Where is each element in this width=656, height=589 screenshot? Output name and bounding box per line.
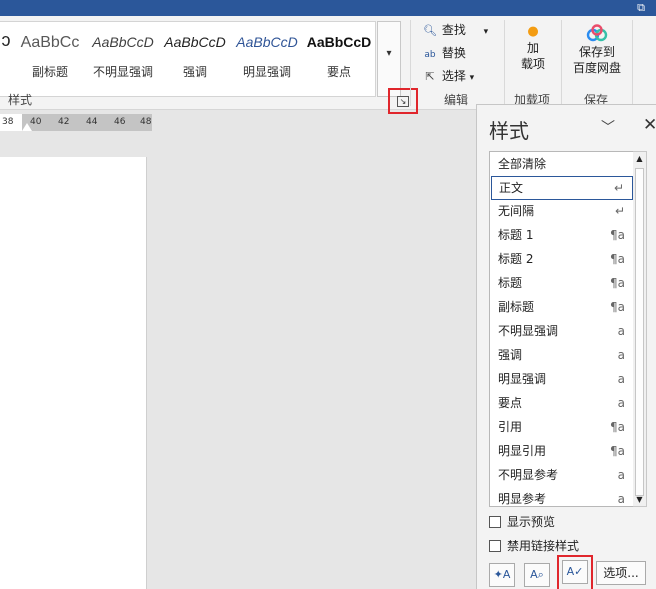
show-preview-checkbox[interactable]: 显示预览: [489, 513, 555, 530]
chevron-down-icon: ▾: [483, 27, 489, 37]
scroll-thumb[interactable]: [635, 168, 644, 496]
options-button[interactable]: 选项...: [596, 561, 646, 585]
select-button[interactable]: ⇱ 选择 ▾: [422, 67, 474, 84]
character-style-icon: a: [617, 372, 625, 386]
style-name: 副标题: [31, 65, 68, 79]
style-item-normal[interactable]: 正文 ↵: [491, 176, 633, 200]
title-bar: ⧉: [0, 0, 656, 16]
style-item-intense-quote[interactable]: 明显引用 ¶a: [491, 440, 633, 464]
character-style-icon: a: [617, 396, 625, 410]
checkbox-icon[interactable]: [489, 540, 501, 552]
style-tile-strong[interactable]: AaBbCcD 要点: [304, 22, 374, 98]
style-sample: AaBbCcD: [92, 34, 154, 50]
restore-icon[interactable]: ⧉: [628, 0, 654, 16]
linked-style-icon: ¶a: [610, 444, 625, 458]
replace-icon: ab: [424, 50, 436, 60]
style-item-emphasis[interactable]: 强调 a: [491, 344, 633, 368]
disable-linked-styles-checkbox[interactable]: 禁用链接样式: [489, 537, 579, 554]
character-style-icon: a: [617, 492, 625, 506]
cloud-icon: [566, 24, 628, 44]
styles-pane: 样式 ﹀ ✕ 全部清除 正文 ↵ 无间隔 ↵ 标题 1 ¶a 标题 2 ¶a 标题 ¶a …: [476, 104, 656, 589]
character-style-icon: a: [617, 348, 625, 362]
styles-group-label: 样式: [8, 93, 33, 107]
more-icon: ▾: [386, 48, 392, 59]
paragraph-style-icon: ↵: [614, 204, 625, 218]
checkbox-icon[interactable]: [489, 516, 501, 528]
styles-list: 全部清除 正文 ↵ 无间隔 ↵ 标题 1 ¶a 标题 2 ¶a 标题 ¶a 副标题 ¶a 不…: [489, 151, 647, 507]
chevron-down-icon: ▾: [469, 73, 475, 83]
style-item-title[interactable]: 标题 ¶a: [491, 272, 633, 296]
style-sample: AaBbCcD: [306, 34, 372, 50]
character-style-icon: a: [617, 324, 625, 338]
style-name: 强调: [182, 65, 207, 79]
style-item-intense-reference[interactable]: 明显参考 a: [491, 488, 633, 506]
style-tile-subtitle[interactable]: AaBbCc 副标题: [14, 22, 86, 98]
horizontal-ruler[interactable]: 38 40 42 44 46 48: [0, 114, 152, 131]
style-inspector-icon: A⌕: [530, 568, 544, 581]
style-name: 不明显强调: [92, 65, 153, 79]
styles-dialog-launcher[interactable]: ↘: [388, 88, 418, 114]
search-icon: 🔍︎: [423, 24, 437, 37]
gallery-more-button[interactable]: ▾: [377, 21, 401, 97]
style-tile-intense-emphasis[interactable]: AaBbCcD 明显强调: [232, 22, 302, 98]
style-item-subtle-emphasis[interactable]: 不明显强调 a: [491, 320, 633, 344]
character-style-icon: a: [617, 468, 625, 482]
style-item-strong[interactable]: 要点 a: [491, 392, 633, 416]
style-item-intense-emphasis[interactable]: 明显强调 a: [491, 368, 633, 392]
style-item-no-spacing[interactable]: 无间隔 ↵: [491, 200, 633, 224]
save-to-baidu-button[interactable]: 保存到 百度网盘: [566, 24, 628, 76]
cursor-icon: ⇱: [425, 70, 435, 83]
linked-style-icon: ¶a: [610, 228, 625, 242]
scroll-up-icon[interactable]: ▲: [633, 154, 646, 163]
linked-style-icon: ¶a: [610, 252, 625, 266]
style-name: 明显强调: [242, 65, 291, 79]
indent-marker[interactable]: [22, 123, 32, 131]
find-button[interactable]: 🔍︎ 查找 ▾: [422, 21, 488, 38]
style-inspector-button[interactable]: A⌕: [524, 563, 550, 587]
manage-styles-button[interactable]: A✓: [562, 560, 588, 584]
scroll-down-icon[interactable]: ▼: [633, 495, 646, 504]
style-item-heading-1[interactable]: 标题 1 ¶a: [491, 224, 633, 248]
styles-gallery: ɔ AaBbCc 副标题 AaBbCcD 不明显强调 AaBbCcD 强调 Aa…: [0, 21, 376, 97]
addins-button[interactable]: ● 加 载项: [510, 24, 556, 72]
dialog-launcher-icon: ↘: [397, 96, 409, 107]
style-tile-subtle-emphasis[interactable]: AaBbCcD 不明显强调: [88, 22, 158, 98]
chevron-down-icon[interactable]: ﹀: [601, 117, 615, 137]
style-tile-emphasis[interactable]: AaBbCcD 强调: [160, 22, 230, 98]
editing-group-label: 编辑: [444, 93, 469, 107]
style-item-clear-all[interactable]: 全部清除: [491, 153, 633, 177]
document-page[interactable]: [0, 157, 147, 589]
style-tile-cut[interactable]: ɔ: [0, 22, 12, 98]
new-style-icon: ✦A: [493, 568, 511, 581]
style-sample: AaBbCcD: [236, 34, 298, 50]
style-name: 要点: [326, 65, 351, 79]
style-sample: AaBbCc: [20, 34, 80, 51]
close-icon[interactable]: ✕: [643, 115, 656, 135]
new-style-button[interactable]: ✦A: [489, 563, 515, 587]
group-separator: [410, 20, 411, 106]
style-item-subtle-reference[interactable]: 不明显参考 a: [491, 464, 633, 488]
ribbon: ɔ AaBbCc 副标题 AaBbCcD 不明显强调 AaBbCcD 强调 Aa…: [0, 16, 656, 114]
style-item-heading-2[interactable]: 标题 2 ¶a: [491, 248, 633, 272]
addin-icon: ●: [527, 24, 539, 39]
pane-title: 样式: [489, 119, 529, 143]
style-item-quote[interactable]: 引用 ¶a: [491, 416, 633, 440]
linked-style-icon: ¶a: [610, 276, 625, 290]
style-sample: AaBbCcD: [164, 34, 226, 50]
linked-style-icon: ¶a: [610, 300, 625, 314]
group-separator: [561, 20, 562, 106]
group-separator: [632, 20, 633, 106]
group-separator: [504, 20, 505, 106]
styles-list-scrollbar[interactable]: ▲ ▼: [633, 151, 647, 507]
manage-styles-icon: A✓: [566, 565, 584, 578]
style-item-subtitle[interactable]: 副标题 ¶a: [491, 296, 633, 320]
linked-style-icon: ¶a: [610, 420, 625, 434]
paragraph-style-icon: ↵: [613, 181, 624, 195]
replace-button[interactable]: ab 替换: [422, 44, 465, 61]
